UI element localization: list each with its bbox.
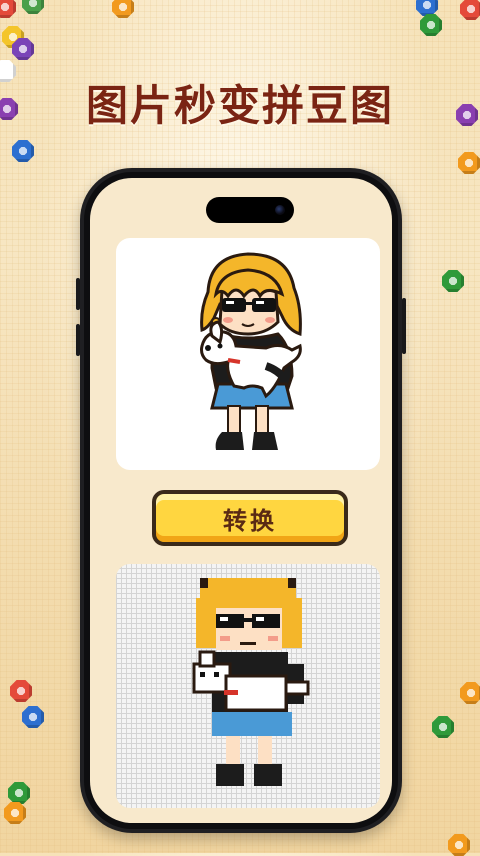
bead-decoration xyxy=(458,152,480,174)
bead-decoration xyxy=(22,0,44,14)
volume-up-button xyxy=(76,278,80,310)
bead-decoration xyxy=(4,802,26,824)
power-button xyxy=(402,298,406,354)
bead-decoration xyxy=(460,0,480,20)
dynamic-island xyxy=(206,197,294,223)
cartoon-girl-with-dog-icon xyxy=(200,252,302,450)
headline-title: 图片秒变拼豆图 xyxy=(85,81,394,130)
pixel-bead-girl-with-dog-icon xyxy=(192,578,310,786)
bead-decoration xyxy=(12,140,34,162)
original-image-card[interactable] xyxy=(116,238,380,470)
pixel-result-card[interactable] xyxy=(116,564,380,808)
bead-decoration xyxy=(442,270,464,292)
bead-decoration xyxy=(112,0,134,18)
bead-decoration xyxy=(432,716,454,738)
phone-screen: 转换 xyxy=(90,178,392,823)
camera-icon xyxy=(275,205,285,215)
volume-down-button xyxy=(76,324,80,356)
bead-decoration xyxy=(0,0,16,18)
phone-frame: 转换 xyxy=(76,168,406,833)
bead-decoration xyxy=(416,0,438,16)
bead-decoration xyxy=(8,782,30,804)
bead-decoration xyxy=(10,680,32,702)
bead-decoration xyxy=(420,14,442,36)
bead-decoration xyxy=(460,682,480,704)
bead-decoration xyxy=(22,706,44,728)
convert-button[interactable]: 转换 xyxy=(152,490,348,546)
